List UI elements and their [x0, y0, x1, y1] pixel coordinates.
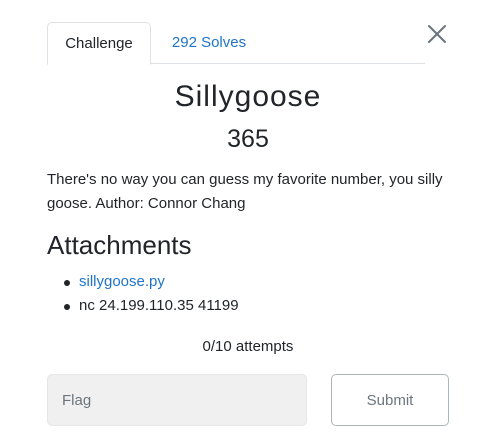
bullet-icon	[64, 304, 70, 310]
bullet-icon	[64, 280, 70, 286]
connection-info: nc 24.199.110.35 41199	[79, 297, 239, 314]
flag-input[interactable]	[47, 374, 307, 426]
attachment-link[interactable]: sillygoose.py	[79, 273, 165, 290]
tab-solves[interactable]: 292 Solves	[163, 22, 255, 64]
challenge-modal: Challenge 292 Solves Sillygoose 365 Ther…	[0, 0, 496, 446]
challenge-description: There's no way you can guess my favorite…	[47, 171, 443, 212]
attachments-heading: Attachments	[47, 230, 192, 260]
attachments-list: sillygoose.py nc 24.199.110.35 41199	[63, 270, 239, 318]
tab-challenge[interactable]: Challenge	[47, 22, 151, 65]
challenge-title: Sillygoose	[174, 80, 322, 113]
list-item: sillygoose.py	[63, 270, 239, 294]
list-item: nc 24.199.110.35 41199	[63, 294, 239, 318]
attempts-counter: 0/10 attempts	[202, 338, 294, 355]
challenge-points: 365	[227, 125, 269, 153]
close-icon	[428, 25, 446, 43]
submit-button[interactable]: Submit	[331, 374, 449, 426]
challenge-tabs: Challenge 292 Solves	[47, 22, 425, 65]
close-button[interactable]	[427, 24, 447, 44]
